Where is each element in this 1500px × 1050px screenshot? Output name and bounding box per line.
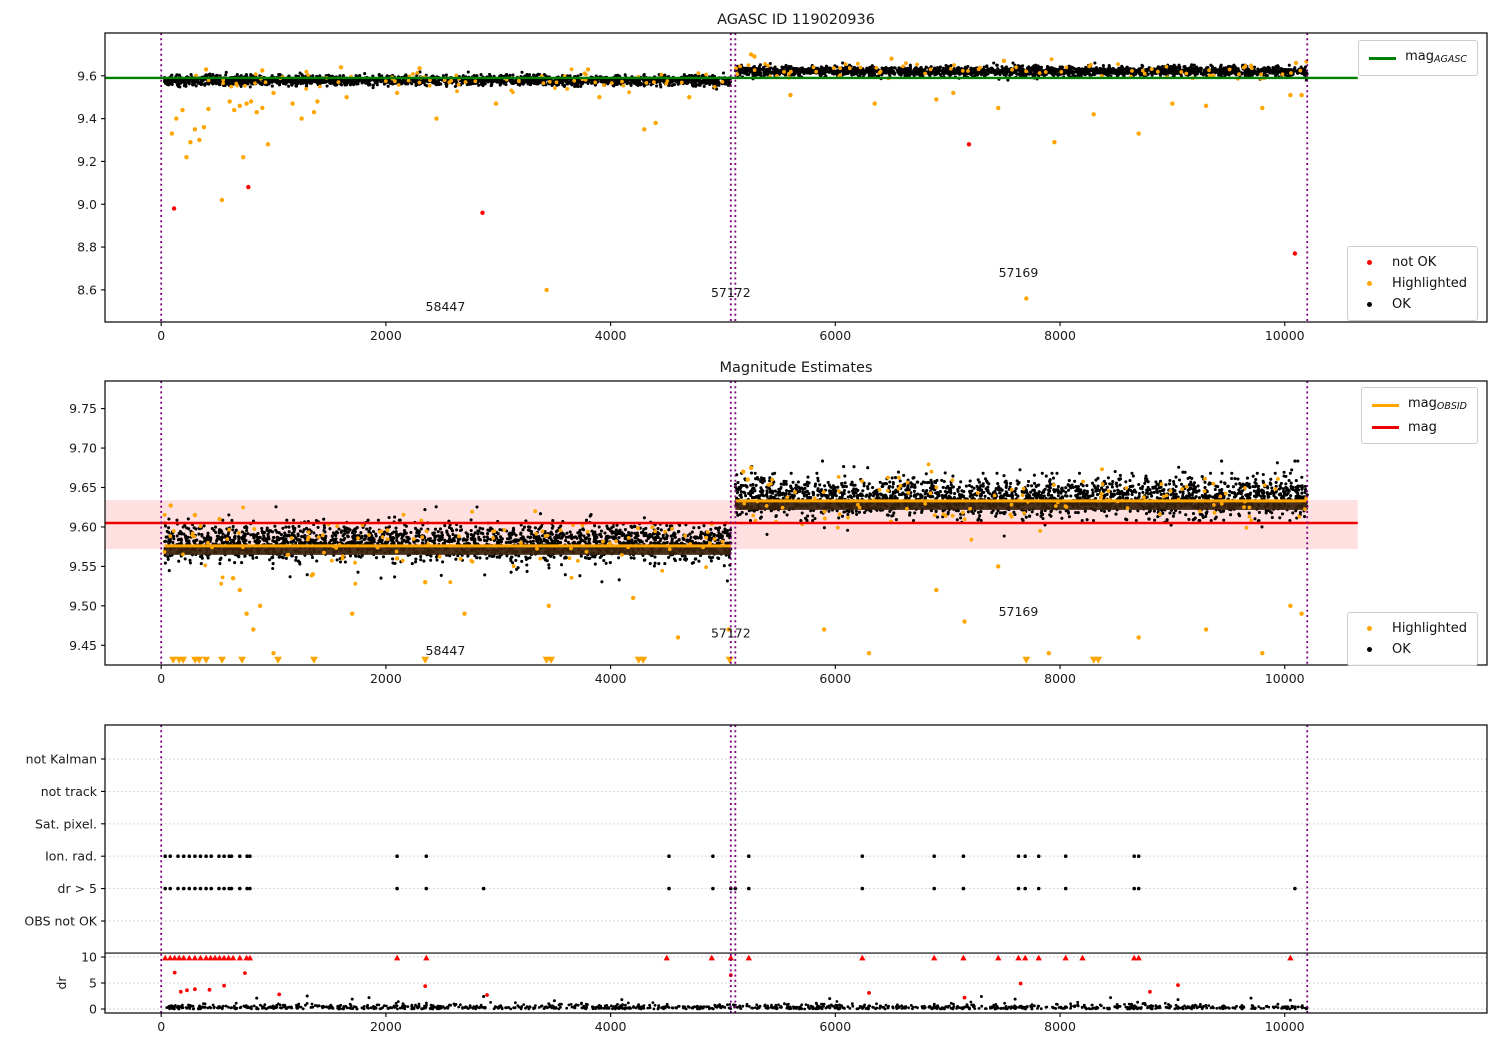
obsid-annotation: 58447 [426, 643, 466, 658]
legend-item-not-ok: not OK [1358, 252, 1467, 273]
flag-row-label: not Kalman [26, 752, 97, 767]
obsid-annotation: 57169 [999, 265, 1039, 280]
x-tick-label: 6000 [819, 328, 851, 343]
ok-dot-swatch [1367, 302, 1373, 307]
legend-item-highlighted: Highlighted [1358, 618, 1467, 639]
legend-label: OK [1392, 297, 1411, 312]
legend-item-ok: OK [1358, 294, 1467, 315]
mag-obsid-line-swatch [1371, 403, 1399, 407]
legend-item-ok: OK [1358, 639, 1467, 660]
x-tick-label: 10000 [1265, 671, 1305, 686]
y-tick-label: 9.60 [69, 519, 97, 534]
legend-label: magOBSID [1407, 396, 1467, 412]
x-tick-label: 0 [157, 328, 165, 343]
flag-row-label: Ion. rad. [45, 849, 97, 864]
legend-item-mag-obsid: magOBSID [1371, 393, 1467, 417]
legend-item-mag-agasc: magAGASC [1369, 46, 1467, 70]
legend-label: mag [1407, 420, 1437, 435]
chart-canvas: 5844757172571690 2000 4000 6000 8000 100008.6… [24, 32, 1488, 1034]
x-tick-label: 0 [157, 1019, 165, 1034]
ok-dot-swatch [1367, 647, 1373, 652]
mag-agasc-line-swatch [1369, 56, 1397, 60]
x-tick-label: 4000 [595, 671, 627, 686]
x-tick-label: 2000 [370, 1019, 402, 1034]
x-tick-label: 8000 [1044, 671, 1076, 686]
legend-label: Highlighted [1392, 621, 1467, 636]
y-tick-label: 8.8 [77, 240, 97, 255]
obsid-annotation: 57172 [711, 285, 751, 300]
x-tick-label: 6000 [819, 1019, 851, 1034]
highlighted-dot-swatch [1367, 626, 1373, 631]
panel2-title: Magnitude Estimates [719, 360, 873, 376]
panel-1: 58447 57172 57169 0 2000 4000 6000 8000 10000 8.6… [77, 32, 1488, 343]
y-tick-label: 9.6 [77, 68, 97, 83]
legend-panel2-points: Highlighted OK [1347, 612, 1478, 666]
y-tick-label: 9.4 [77, 111, 97, 126]
x-tick-label: 10000 [1265, 1019, 1305, 1034]
x-tick-label: 6000 [819, 671, 851, 686]
x-tick-label: 2000 [370, 328, 402, 343]
legend-label: OK [1392, 642, 1411, 657]
y-tick-label: 9.75 [69, 401, 97, 416]
panel-2: 58447 57172 57169 0 2000 4000 6000 8000 10000 9.4… [69, 380, 1488, 686]
x-tick-label: 8000 [1044, 1019, 1076, 1034]
obsid-annotation: 57172 [711, 625, 751, 640]
dr-axis-label: dr [54, 976, 69, 990]
legend-panel1-points: not OK Highlighted OK [1347, 246, 1478, 321]
y-tick-label: 9.55 [69, 559, 97, 574]
y-tick-label: 9.2 [77, 154, 97, 169]
flag-row-label: Sat. pixel. [35, 816, 97, 831]
obsid-annotation: 58447 [426, 299, 466, 314]
panel-3: not Kalman not track Sat. pixel. Ion. rad. d… [24, 724, 1488, 1034]
mag-line-swatch [1371, 426, 1399, 429]
flag-row-label: not track [41, 784, 98, 799]
y-tick-label: 9.0 [77, 197, 97, 212]
legend-item-mag: mag [1371, 417, 1467, 438]
obsid-annotation: 57169 [999, 604, 1039, 619]
dr-tick-label: 0 [89, 1002, 97, 1017]
not-ok-dot-swatch [1367, 260, 1373, 265]
x-tick-label: 8000 [1044, 328, 1076, 343]
highlighted-dot-swatch [1367, 281, 1373, 286]
y-tick-label: 9.45 [69, 638, 97, 653]
x-tick-label: 2000 [370, 671, 402, 686]
flag-row-label: dr > 5 [58, 881, 97, 896]
dr-tick-label: 5 [89, 976, 97, 991]
y-tick-label: 8.6 [77, 282, 97, 297]
flag-row-label: OBS not OK [24, 914, 97, 929]
legend-label: magAGASC [1405, 49, 1467, 65]
x-tick-label: 10000 [1265, 328, 1305, 343]
panel1-title: AGASC ID 119020936 [717, 12, 875, 28]
y-tick-label: 9.65 [69, 480, 97, 495]
y-tick-label: 9.70 [69, 441, 97, 456]
figure: 58447 57172 57169 0 2000 4000 6000 8000 10000 8.6… [0, 0, 1500, 1050]
x-tick-label: 4000 [595, 328, 627, 343]
legend-item-highlighted: Highlighted [1358, 273, 1467, 294]
y-tick-label: 9.50 [69, 598, 97, 613]
dr-tick-label: 10 [81, 950, 97, 965]
legend-panel2-lines: magOBSID mag [1360, 387, 1478, 444]
x-tick-label: 0 [157, 671, 165, 686]
legend-label: Highlighted [1392, 276, 1467, 291]
x-tick-label: 4000 [595, 1019, 627, 1034]
legend-mag-agasc: magAGASC [1358, 40, 1478, 76]
legend-label: not OK [1392, 255, 1437, 270]
